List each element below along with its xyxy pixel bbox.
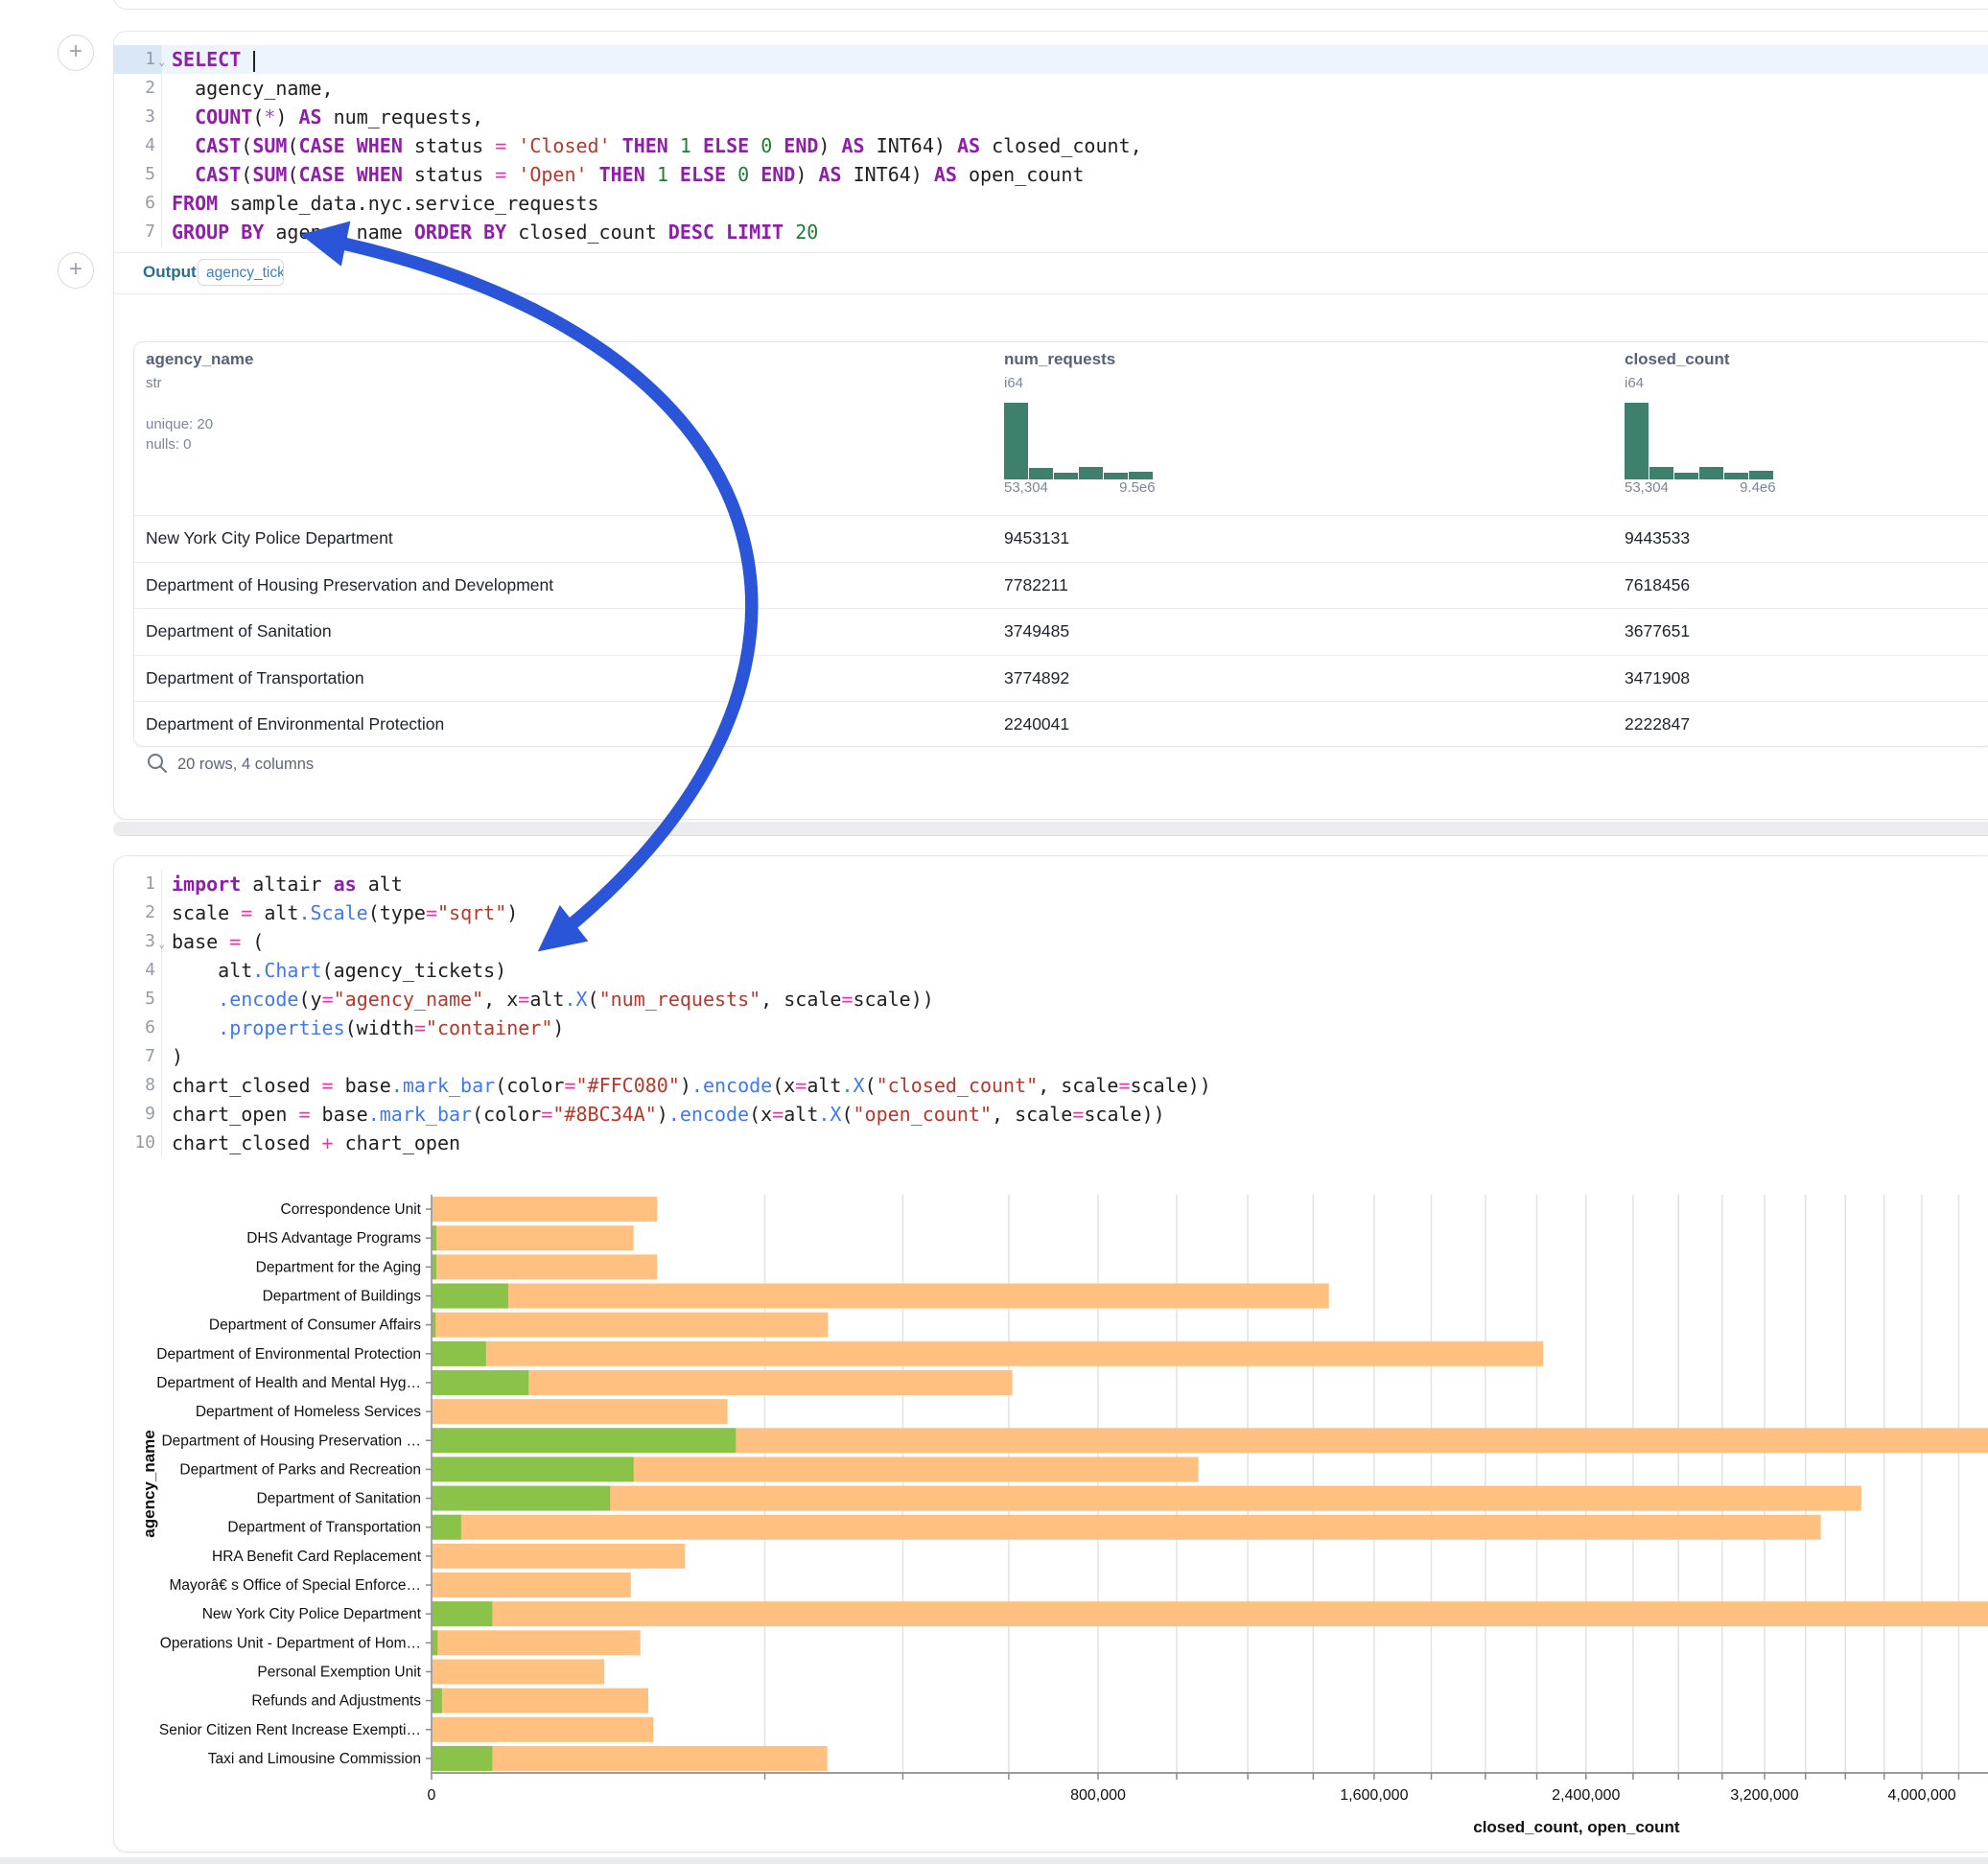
- svg-text:Department of Consumer Affairs: Department of Consumer Affairs: [209, 1317, 421, 1334]
- table-cell: 2222847: [1625, 714, 1690, 734]
- table-cell: 7618456: [1625, 575, 1690, 595]
- table-footer: 20 rows, 4 columns: [147, 753, 314, 774]
- num-requests-histogram: [1004, 399, 1158, 479]
- page-bottom-band: [0, 1857, 1988, 1864]
- code-line[interactable]: 7GROUP BY agency_name ORDER BY closed_co…: [114, 218, 1988, 246]
- table-cell: 9453131: [1004, 528, 1069, 548]
- code-line[interactable]: 7): [114, 1042, 1988, 1071]
- column-header-closed-count[interactable]: closed_count i64 53,304 9.4e6: [1625, 350, 1826, 496]
- table-cell: New York City Police Department: [146, 528, 393, 548]
- closed-count-histogram: [1625, 399, 1778, 479]
- table-row: Department of Sanitation 3749485 3677651: [134, 608, 1988, 656]
- collapsed-cell-strip[interactable]: [113, 822, 1988, 836]
- svg-text:Refunds and Adjustments: Refunds and Adjustments: [251, 1693, 421, 1710]
- code-line[interactable]: 1⌄SELECT: [114, 45, 1988, 74]
- code-line[interactable]: 8chart_closed = base.mark_bar(color="#FF…: [114, 1071, 1988, 1100]
- search-icon[interactable]: [147, 753, 168, 774]
- code-line[interactable]: 5 CAST(SUM(CASE WHEN status = 'Open' THE…: [114, 160, 1988, 189]
- svg-text:Mayorâ€ s Office of Special En: Mayorâ€ s Office of Special Enforce…: [170, 1577, 421, 1594]
- sql-cell: 1⌄SELECT 2 agency_name,3 COUNT(*) AS num…: [113, 31, 1988, 820]
- table-cell: Department of Transportation: [146, 668, 364, 688]
- column-name: closed_count: [1625, 350, 1826, 369]
- svg-text:closed_count, open_count: closed_count, open_count: [1473, 1818, 1680, 1836]
- chevron-down-icon[interactable]: ⌄: [158, 48, 165, 77]
- code-line[interactable]: 4 alt.Chart(agency_tickets): [114, 956, 1988, 985]
- code-line[interactable]: 5 .encode(y="agency_name", x=alt.X("num_…: [114, 985, 1988, 1014]
- svg-text:Taxi and Limousine Commission: Taxi and Limousine Commission: [208, 1751, 421, 1767]
- svg-text:New York City Police Departmen: New York City Police Department: [202, 1606, 422, 1622]
- table-cell: 3471908: [1625, 668, 1690, 688]
- svg-text:agency_name: agency_name: [140, 1430, 158, 1537]
- code-line[interactable]: 3⌄base = (: [114, 927, 1988, 956]
- result-table: agency_name str unique: 20 nulls: 0 num_…: [133, 341, 1988, 747]
- svg-text:Department of Housing Preserva: Department of Housing Preservation …: [161, 1433, 421, 1449]
- svg-text:HRA Benefit Card Replacement: HRA Benefit Card Replacement: [212, 1549, 422, 1565]
- python-cell: 1import altair as alt2scale = alt.Scale(…: [113, 855, 1988, 1852]
- svg-text:0: 0: [428, 1787, 436, 1804]
- svg-text:4,000,000: 4,000,000: [1887, 1787, 1955, 1804]
- svg-text:Department of Environmental Pr: Department of Environmental Protection: [156, 1346, 421, 1363]
- svg-text:3,200,000: 3,200,000: [1730, 1787, 1798, 1804]
- text-cursor: [253, 51, 255, 72]
- altair-bar-chart[interactable]: Correspondence Unit DHS Advantage Program…: [114, 1182, 1988, 1844]
- table-row: Department of Housing Preservation and D…: [134, 562, 1988, 610]
- python-code-editor[interactable]: 1import altair as alt2scale = alt.Scale(…: [114, 856, 1988, 1157]
- sql-code-editor[interactable]: 1⌄SELECT 2 agency_name,3 COUNT(*) AS num…: [114, 32, 1988, 246]
- svg-text:1,600,000: 1,600,000: [1340, 1787, 1408, 1804]
- row-count-label: 20 rows, 4 columns: [177, 756, 314, 773]
- svg-text:Personal Exemption Unit: Personal Exemption Unit: [257, 1664, 421, 1680]
- table-row: New York City Police Department 9453131 94…: [134, 515, 1988, 563]
- column-type: i64: [1004, 375, 1205, 391]
- table-cell: Department of Sanitation: [146, 621, 332, 641]
- code-line[interactable]: 4 CAST(SUM(CASE WHEN status = 'Closed' T…: [114, 131, 1988, 160]
- table-cell: 3749485: [1004, 621, 1069, 641]
- svg-text:Correspondence Unit: Correspondence Unit: [281, 1201, 422, 1218]
- column-name: agency_name: [146, 350, 253, 369]
- column-header-agency-name[interactable]: agency_name str unique: 20 nulls: 0: [146, 350, 253, 453]
- table-cell: Department of Housing Preservation and D…: [146, 575, 553, 595]
- chevron-down-icon[interactable]: ⌄: [158, 930, 165, 959]
- svg-text:Department of Parks and Recrea: Department of Parks and Recreation: [179, 1461, 421, 1478]
- svg-text:Senior Citizen Rent Increase E: Senior Citizen Rent Increase Exempti…: [159, 1722, 421, 1738]
- svg-text:Department of Health and Menta: Department of Health and Mental Hyg…: [156, 1375, 421, 1391]
- svg-text:Department of Sanitation: Department of Sanitation: [257, 1491, 421, 1507]
- table-cell: 9443533: [1625, 528, 1690, 548]
- output-variable-row: Output variable: agency_tickets: [114, 252, 1988, 294]
- code-line[interactable]: 6 .properties(width="container"): [114, 1014, 1988, 1042]
- svg-text:Operations Unit - Department o: Operations Unit - Department of Hom…: [160, 1635, 421, 1651]
- svg-text:2,400,000: 2,400,000: [1552, 1787, 1620, 1804]
- add-cell-button-output[interactable]: +: [58, 252, 94, 289]
- column-type: i64: [1625, 375, 1826, 391]
- code-line[interactable]: 9chart_open = base.mark_bar(color="#8BC3…: [114, 1100, 1988, 1129]
- table-row: Department of Transportation 3774892 34719…: [134, 655, 1988, 703]
- table-cell: 3774892: [1004, 668, 1069, 688]
- svg-text:800,000: 800,000: [1070, 1787, 1126, 1804]
- table-row: Department of Environmental Protection 22…: [134, 701, 1988, 747]
- column-type: str: [146, 375, 253, 391]
- code-line[interactable]: 2 agency_name,: [114, 74, 1988, 103]
- svg-text:Department of Homeless Service: Department of Homeless Services: [196, 1404, 421, 1420]
- table-cell: 2240041: [1004, 714, 1069, 734]
- column-stat-nulls: nulls: 0: [146, 436, 253, 453]
- code-line[interactable]: 3 COUNT(*) AS num_requests,: [114, 103, 1988, 131]
- table-cell: Department of Environmental Protection: [146, 714, 444, 734]
- previous-cell-edge: [113, 0, 1988, 10]
- column-stat-unique: unique: 20: [146, 416, 253, 432]
- column-header-num-requests[interactable]: num_requests i64 53,304 9.5e6: [1004, 350, 1205, 496]
- code-line[interactable]: 2scale = alt.Scale(type="sqrt"): [114, 898, 1988, 927]
- svg-text:Department for the Aging: Department for the Aging: [256, 1259, 421, 1275]
- svg-text:Department of Transportation: Department of Transportation: [227, 1520, 421, 1536]
- histogram-range: 53,304 9.5e6: [1004, 479, 1205, 496]
- code-line[interactable]: 6FROM sample_data.nyc.service_requests: [114, 189, 1988, 218]
- table-cell: 7782211: [1004, 575, 1068, 595]
- output-variable-pill[interactable]: agency_tickets: [198, 259, 284, 286]
- code-line[interactable]: 1import altair as alt: [114, 870, 1988, 898]
- column-name: num_requests: [1004, 350, 1205, 369]
- histogram-range: 53,304 9.4e6: [1625, 479, 1826, 496]
- table-cell: 3677651: [1625, 621, 1690, 641]
- add-cell-button-top[interactable]: +: [58, 35, 94, 71]
- svg-text:Department of Buildings: Department of Buildings: [263, 1289, 422, 1305]
- code-line[interactable]: 10chart_closed + chart_open: [114, 1129, 1988, 1157]
- svg-text:DHS Advantage Programs: DHS Advantage Programs: [246, 1230, 421, 1247]
